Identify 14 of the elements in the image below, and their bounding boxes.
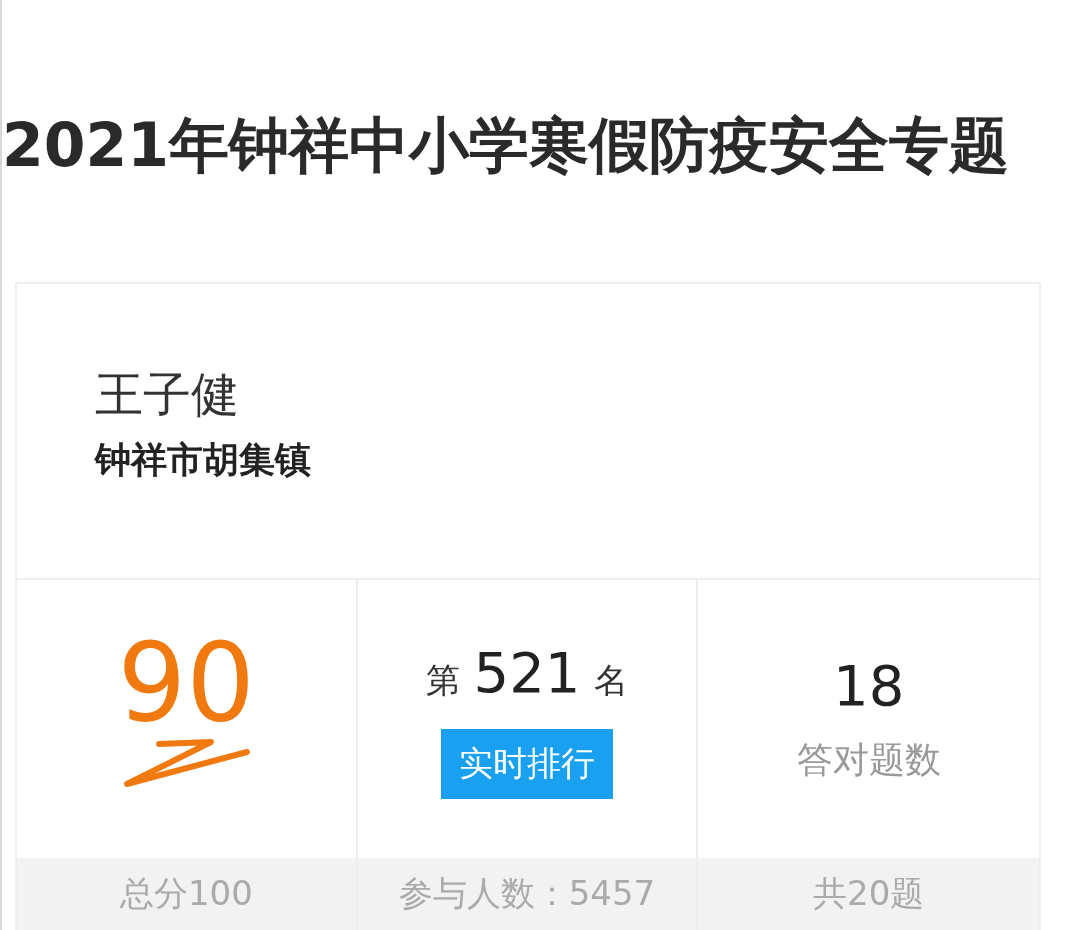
rank-suffix: 名 xyxy=(594,658,629,702)
score-value: 90 xyxy=(117,628,256,738)
stat-footer: 总分100 xyxy=(17,858,356,930)
ranking-button[interactable]: 实时排行 xyxy=(441,728,613,799)
student-name: 王子健 xyxy=(95,365,240,424)
stat-footer: 共20题 xyxy=(698,858,1039,930)
rank-value: 521 xyxy=(473,639,581,705)
student-location: 钟祥市胡集镇 xyxy=(95,438,312,482)
correct-count: 18 xyxy=(833,653,905,718)
scribble-icon xyxy=(121,738,252,790)
page-title: 2021年钟祥中小学寒假防疫安全专题 xyxy=(2,109,1010,182)
correct-count-label: 答对题数 xyxy=(796,738,941,782)
stat-footer: 参与人数：5457 xyxy=(357,858,697,930)
rank-prefix: 第 xyxy=(425,658,460,702)
